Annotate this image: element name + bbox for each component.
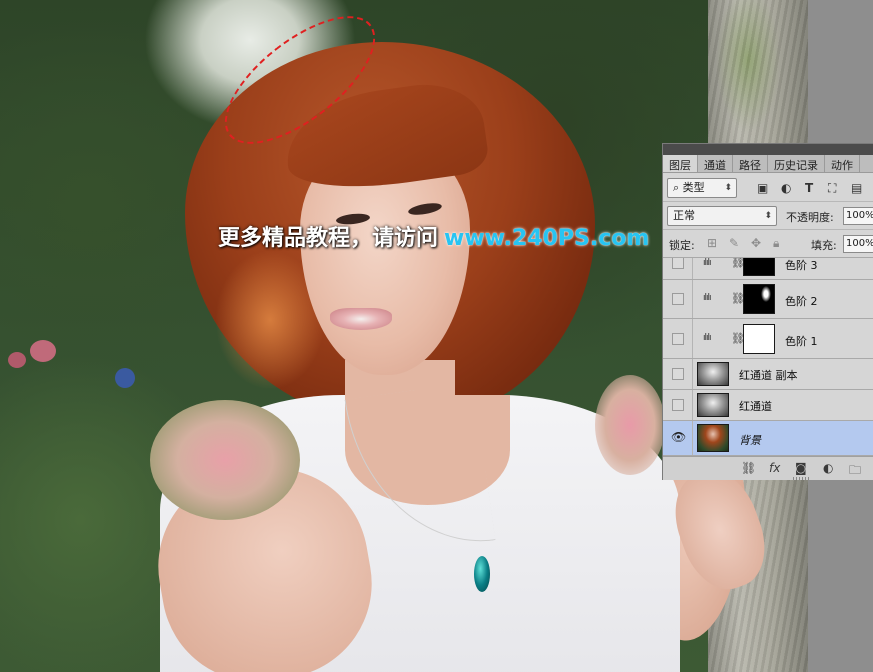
shoulder-flowers bbox=[595, 375, 665, 475]
eye-icon: 👁︎ bbox=[671, 430, 687, 444]
visibility-toggle[interactable] bbox=[663, 359, 693, 389]
background-flower bbox=[8, 352, 26, 368]
visibility-box bbox=[672, 293, 684, 305]
opacity-input[interactable]: 100% bbox=[843, 207, 873, 225]
pendant bbox=[474, 556, 490, 592]
smart-object-filter-icon[interactable]: ▤ bbox=[851, 180, 862, 196]
filter-kind-select[interactable]: ⌕ 类型 ⬍ bbox=[667, 178, 737, 198]
filter-row: ⌕ 类型 ⬍ ▣ ◐ T ⛶ ▤ bbox=[663, 174, 873, 202]
mask-icon[interactable]: ◙ bbox=[795, 461, 807, 475]
visibility-toggle[interactable] bbox=[663, 280, 693, 318]
layer-mask-thumbnail[interactable] bbox=[743, 284, 775, 314]
fill-input[interactable]: 100% bbox=[843, 235, 873, 253]
layer-thumbnail[interactable] bbox=[697, 393, 729, 417]
lock-label: 锁定: bbox=[669, 239, 695, 252]
shape-filter-icon[interactable]: ⛶ bbox=[828, 180, 836, 196]
layers-panel[interactable]: 图层 通道 路径 历史记录 动作 ⌕ 类型 ⬍ ▣ ◐ T ⛶ ▤ 正常 ⬍ 不… bbox=[662, 143, 873, 480]
adjustment-icon[interactable]: ◐ bbox=[823, 461, 833, 475]
layer-row[interactable]: 红通道 bbox=[663, 390, 873, 421]
resize-grip[interactable] bbox=[793, 477, 811, 480]
stepper-arrows-icon: ⬍ bbox=[724, 183, 732, 193]
fill-label: 填充: bbox=[811, 239, 837, 252]
lock-all-icon[interactable]: 🔒︎ bbox=[773, 236, 779, 251]
visibility-toggle[interactable]: 👁︎ bbox=[663, 421, 693, 455]
opacity-label: 不透明度: bbox=[786, 211, 834, 224]
panel-bottom-bar: ⛓︎ fx ◙ ◐ 🗀 bbox=[663, 456, 873, 480]
background-flower bbox=[30, 340, 56, 362]
watermark: 更多精品教程，请访问 www.240PS.com bbox=[218, 220, 649, 252]
stepper-arrows-icon: ⬍ bbox=[764, 211, 772, 221]
layer-thumbnail[interactable] bbox=[697, 424, 729, 452]
layer-row[interactable]: ılılı ⛓︎ 色阶 3 bbox=[663, 258, 873, 280]
shoulder-flowers bbox=[150, 400, 300, 520]
lock-transparent-icon[interactable]: ⊞ bbox=[707, 236, 717, 250]
layer-row[interactable]: 红通道 副本 bbox=[663, 359, 873, 390]
image-filter-icon[interactable]: ▣ bbox=[757, 180, 768, 196]
blend-mode-value: 正常 bbox=[673, 209, 695, 222]
lock-row: 锁定: ⊞ ✎ ✥ 🔒︎ 填充: 100% bbox=[663, 230, 873, 258]
tab-actions[interactable]: 动作 bbox=[825, 155, 860, 172]
layer-row[interactable]: 👁︎ 背景 bbox=[663, 421, 873, 456]
filter-kind-label: 类型 bbox=[682, 181, 705, 194]
blend-mode-select[interactable]: 正常 ⬍ bbox=[667, 206, 777, 226]
adjustment-filter-icon[interactable]: ◐ bbox=[781, 180, 791, 196]
panel-tabs: 图层 通道 路径 历史记录 动作 bbox=[663, 155, 873, 173]
visibility-box bbox=[672, 258, 684, 269]
layers-list: ılılı ⛓︎ 色阶 3 ılılı ⛓︎ 色阶 2 ılılı ⛓︎ 色阶 … bbox=[663, 258, 873, 456]
layer-name[interactable]: 红通道 bbox=[739, 398, 772, 414]
visibility-box bbox=[672, 333, 684, 345]
fx-icon[interactable]: fx bbox=[769, 461, 780, 475]
visibility-toggle[interactable] bbox=[663, 319, 693, 358]
search-icon: ⌕ bbox=[673, 181, 683, 194]
layer-row[interactable]: ılılı ⛓︎ 色阶 2 bbox=[663, 280, 873, 319]
lock-brush-icon[interactable]: ✎ bbox=[729, 236, 739, 250]
background-flower bbox=[115, 368, 135, 388]
visibility-box bbox=[672, 368, 684, 380]
watermark-url: www.240PS.com bbox=[444, 226, 650, 251]
tab-history[interactable]: 历史记录 bbox=[768, 155, 825, 172]
levels-icon: ılılı bbox=[703, 293, 711, 303]
lock-move-icon[interactable]: ✥ bbox=[751, 236, 761, 250]
layer-mask-thumbnail[interactable] bbox=[743, 324, 775, 354]
tab-channels[interactable]: 通道 bbox=[698, 155, 733, 172]
layer-name[interactable]: 色阶 1 bbox=[785, 333, 818, 349]
layer-name[interactable]: 色阶 3 bbox=[785, 258, 818, 273]
visibility-toggle[interactable] bbox=[663, 390, 693, 420]
levels-icon: ılılı bbox=[703, 333, 711, 343]
tab-paths[interactable]: 路径 bbox=[733, 155, 768, 172]
visibility-toggle[interactable] bbox=[663, 258, 693, 279]
blend-row: 正常 ⬍ 不透明度: 100% bbox=[663, 202, 873, 230]
panel-title-bar[interactable] bbox=[663, 144, 873, 155]
link-icon[interactable]: ⛓︎ bbox=[741, 461, 756, 475]
tab-layers[interactable]: 图层 bbox=[663, 155, 698, 172]
layer-thumbnail[interactable] bbox=[697, 362, 729, 386]
type-filter-icon[interactable]: T bbox=[805, 180, 813, 196]
lips bbox=[330, 308, 392, 330]
layer-row[interactable]: ılılı ⛓︎ 色阶 1 bbox=[663, 319, 873, 359]
layer-name[interactable]: 背景 bbox=[739, 432, 761, 448]
visibility-box bbox=[672, 399, 684, 411]
levels-icon: ılılı bbox=[703, 258, 711, 268]
layer-name[interactable]: 红通道 副本 bbox=[739, 367, 798, 383]
layer-name[interactable]: 色阶 2 bbox=[785, 293, 818, 309]
watermark-text: 更多精品教程，请访问 bbox=[218, 226, 439, 251]
layer-mask-thumbnail[interactable] bbox=[743, 258, 775, 276]
folder-icon[interactable]: 🗀 bbox=[849, 461, 861, 482]
